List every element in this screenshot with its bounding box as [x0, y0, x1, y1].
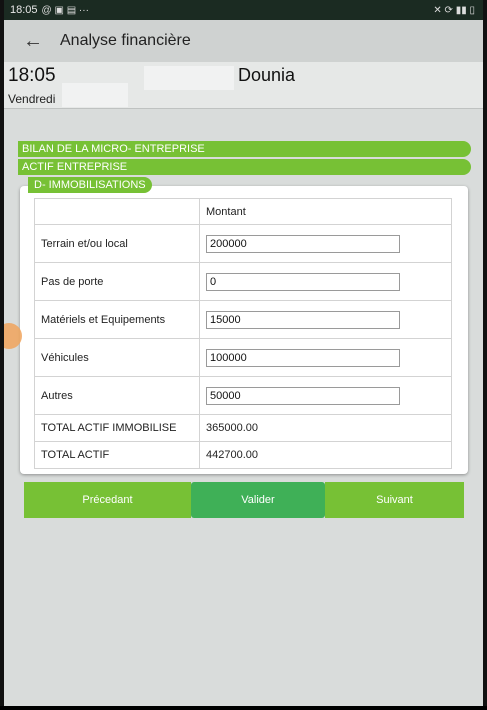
- terrain-input[interactable]: [206, 234, 400, 253]
- back-arrow-icon[interactable]: ←: [20, 28, 46, 54]
- header-time: 18:05: [8, 65, 56, 86]
- column-header-montant: Montant: [199, 198, 452, 225]
- total-label: TOTAL ACTIF: [34, 441, 200, 469]
- status-time: 18:05: [10, 4, 38, 16]
- immobilisations-table: Montant Terrain et/ou local Pas de porte…: [34, 198, 452, 469]
- autres-input[interactable]: [206, 386, 400, 405]
- page-title: Analyse financière: [60, 32, 191, 49]
- redacted-area: [62, 83, 128, 107]
- table-row: Véhicules: [34, 338, 452, 377]
- app-bar: ← Analyse financière: [4, 20, 483, 62]
- section-immobilisations: D- IMMOBILISATIONS: [28, 177, 152, 193]
- header-day: Vendredi: [8, 92, 56, 106]
- table-header-row: Montant: [34, 198, 452, 225]
- validate-button[interactable]: Valider: [191, 482, 325, 518]
- row-label: Autres: [34, 376, 200, 415]
- notification-icons: @ ▣ ▤ ···: [41, 4, 89, 16]
- row-label: Terrain et/ou local: [34, 224, 200, 263]
- table-row: Matériels et Equipements: [34, 300, 452, 339]
- previous-button[interactable]: Précedant: [24, 482, 191, 518]
- row-label: Pas de porte: [34, 262, 200, 301]
- total-label: TOTAL ACTIF IMMOBILISE: [34, 414, 200, 442]
- next-button[interactable]: Suivant: [325, 482, 464, 518]
- row-label: Véhicules: [34, 338, 200, 377]
- pas-de-porte-input[interactable]: [206, 272, 400, 291]
- immobilisations-card: Montant Terrain et/ou local Pas de porte…: [20, 186, 468, 474]
- bottom-edge: [0, 706, 487, 710]
- total-row: TOTAL ACTIF IMMOBILISE 365000.00: [34, 414, 452, 442]
- materiels-input[interactable]: [206, 310, 400, 329]
- table-header-empty: [34, 198, 200, 225]
- signal-battery-icons: ✕ ⟳ ▮▮ ▯: [433, 4, 475, 16]
- table-row: Terrain et/ou local: [34, 224, 452, 263]
- navigation-buttons: Précedant Valider Suivant: [24, 482, 464, 518]
- total-value: 442700.00: [199, 441, 452, 469]
- total-value: 365000.00: [199, 414, 452, 442]
- app-screen: 18:05 @ ▣ ▤ ··· ✕ ⟳ ▮▮ ▯ ← Analyse finan…: [4, 0, 483, 708]
- row-label: Matériels et Equipements: [34, 300, 200, 339]
- user-header: 18:05 Dounia Vendredi: [4, 62, 483, 109]
- status-bar: 18:05 @ ▣ ▤ ··· ✕ ⟳ ▮▮ ▯: [4, 0, 483, 20]
- total-row: TOTAL ACTIF 442700.00: [34, 441, 452, 469]
- table-row: Pas de porte: [34, 262, 452, 301]
- user-name: Dounia: [238, 65, 296, 85]
- vehicules-input[interactable]: [206, 348, 400, 367]
- redacted-area: [144, 66, 234, 90]
- table-row: Autres: [34, 376, 452, 415]
- section-actif: ACTIF ENTREPRISE: [18, 159, 471, 175]
- section-bilan: BILAN DE LA MICRO- ENTREPRISE: [18, 141, 471, 157]
